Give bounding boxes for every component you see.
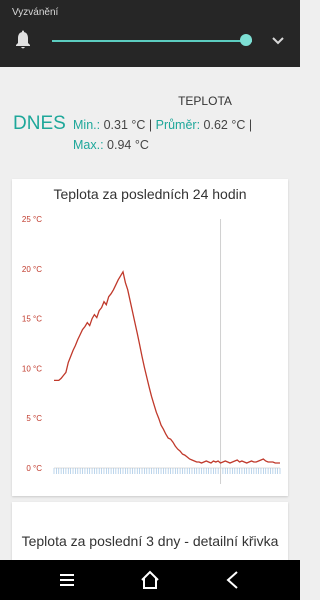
max-label: Max.: xyxy=(73,138,104,152)
chart-card-24h: Teplota za posledních 24 hodin 0 °C 5 °C 1… xyxy=(12,179,288,496)
avg-label: Průměr: xyxy=(155,118,201,132)
separator: | xyxy=(145,118,156,132)
y-tick-label: 20 °C xyxy=(22,265,42,274)
temperature-stats: Min.: 0.31 °C | Průměr: 0.62 °C | Max.: … xyxy=(73,115,293,155)
volume-slider-track xyxy=(52,40,252,42)
min-label: Min.: xyxy=(73,118,101,132)
y-tick-label: 5 °C xyxy=(26,414,42,423)
chevron-down-icon[interactable] xyxy=(268,33,288,49)
bell-icon[interactable] xyxy=(14,30,32,50)
min-value: 0.31 °C xyxy=(103,118,146,132)
back-icon[interactable] xyxy=(220,568,246,592)
temperature-series-line xyxy=(54,270,280,464)
menu-icon[interactable] xyxy=(54,568,80,592)
chart-card-3days-title: Teplota za poslední 3 dny - detailní kři… xyxy=(21,533,279,549)
volume-slider-thumb[interactable] xyxy=(240,34,252,46)
y-tick-label: 0 °C xyxy=(26,464,42,473)
navigation-bar xyxy=(0,560,300,600)
home-icon[interactable] xyxy=(137,568,163,592)
y-tick-label: 25 °C xyxy=(22,215,42,224)
main-content: TEPLOTA DNES Min.: 0.31 °C | Průměr: 0.6… xyxy=(0,67,300,560)
temperature-chart: 0 °C 5 °C 10 °C 15 °C 20 °C 25 °C xyxy=(22,215,281,484)
max-value: 0.94 °C xyxy=(107,138,149,152)
temperature-heading: TEPLOTA xyxy=(178,94,232,108)
separator: | xyxy=(245,118,253,132)
volume-panel: Vyzvánění xyxy=(0,0,300,67)
y-tick-label: 10 °C xyxy=(22,364,42,373)
chart-card-3days[interactable]: Teplota za poslední 3 dny - detailní kři… xyxy=(12,502,288,560)
y-tick-label: 15 °C xyxy=(22,315,42,324)
avg-value: 0.62 °C xyxy=(203,118,246,132)
volume-title: Vyzvánění xyxy=(12,7,59,18)
today-label: DNES xyxy=(13,113,66,134)
volume-slider[interactable] xyxy=(52,34,252,48)
